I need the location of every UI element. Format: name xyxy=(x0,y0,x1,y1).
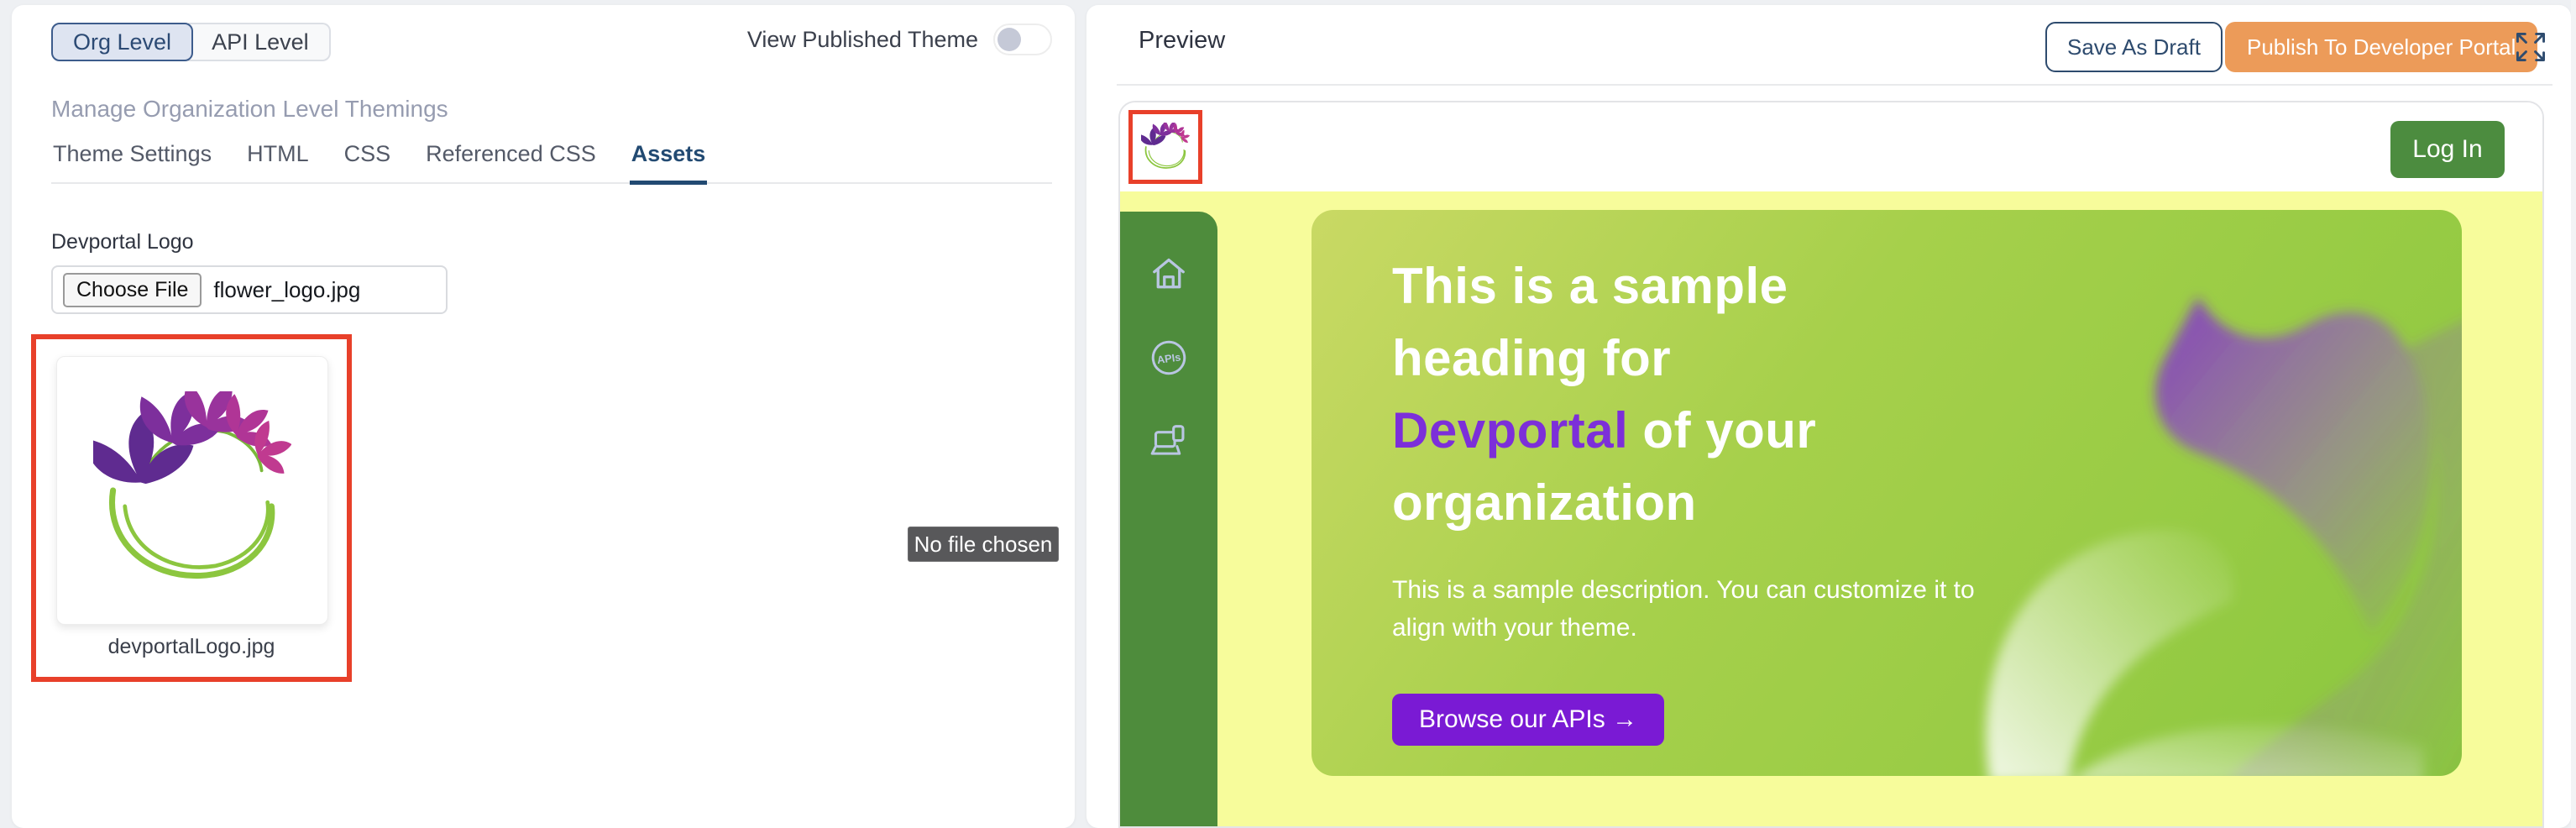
hero-heading-pre: This is a sample heading for xyxy=(1392,258,1788,386)
no-file-chosen-tooltip: No file chosen xyxy=(908,527,1059,562)
hero-banner: This is a sample heading for Devportal o… xyxy=(1312,210,2462,776)
abstract-swirl-graphic xyxy=(1938,262,2462,776)
tab-theme-settings[interactable]: Theme Settings xyxy=(51,141,213,182)
home-icon[interactable] xyxy=(1149,254,1189,294)
level-toggle-group: Org Level API Level xyxy=(51,23,331,61)
apis-icon[interactable]: APIs xyxy=(1149,338,1189,378)
devportal-logo-label: Devportal Logo xyxy=(51,230,194,254)
view-published-theme-row: View Published Theme xyxy=(747,24,1052,55)
org-level-button[interactable]: Org Level xyxy=(51,23,193,61)
preview-title: Preview xyxy=(1139,27,1225,55)
view-published-theme-label: View Published Theme xyxy=(747,27,978,53)
page-scrollbar[interactable] xyxy=(2571,0,2576,828)
chosen-file-name: flower_logo.jpg xyxy=(213,277,360,303)
theming-editor-panel: Org Level API Level View Published Theme… xyxy=(12,5,1075,828)
hero-description: This is a sample description. You can cu… xyxy=(1392,571,2000,647)
flower-logo-small xyxy=(1141,123,1190,171)
asset-caption: devportalLogo.jpg xyxy=(36,635,347,659)
devportal-preview-frame: Log In APIs xyxy=(1118,101,2544,828)
tab-css[interactable]: CSS xyxy=(343,141,393,182)
devportal-header: Log In xyxy=(1120,102,2542,191)
api-level-button[interactable]: API Level xyxy=(188,23,331,61)
apis-icon-text: APIs xyxy=(1156,350,1181,366)
preview-panel: Preview Save As Draft Publish To Develop… xyxy=(1086,5,2571,828)
tab-referenced-css[interactable]: Referenced CSS xyxy=(424,141,598,182)
hero-heading: This is a sample heading for Devportal o… xyxy=(1392,250,1862,539)
save-as-draft-button[interactable]: Save As Draft xyxy=(2045,22,2223,72)
panel-subtitle: Manage Organization Level Themings xyxy=(51,96,448,123)
hero-heading-highlight: Devportal xyxy=(1392,402,1628,459)
view-published-theme-toggle[interactable] xyxy=(993,24,1052,55)
asset-thumbnail[interactable] xyxy=(56,356,328,625)
devportal-body: APIs xyxy=(1120,191,2542,826)
applications-icon[interactable] xyxy=(1149,422,1189,462)
publish-to-developer-portal-button[interactable]: Publish To Developer Portal xyxy=(2225,22,2537,72)
logo-file-input[interactable]: Choose File flower_logo.jpg xyxy=(51,265,448,314)
devportal-sidebar: APIs xyxy=(1120,212,1217,826)
devportal-logo-highlight xyxy=(1128,110,1202,184)
login-button[interactable]: Log In xyxy=(2390,121,2505,178)
browse-apis-button[interactable]: Browse our APIs → xyxy=(1392,694,1664,746)
preview-divider xyxy=(1117,84,2552,86)
theming-tabs: Theme Settings HTML CSS Referenced CSS A… xyxy=(51,141,1052,184)
choose-file-button[interactable]: Choose File xyxy=(63,273,202,307)
toggle-knob xyxy=(997,28,1021,51)
app-root: Org Level API Level View Published Theme… xyxy=(0,0,2576,828)
tab-html[interactable]: HTML xyxy=(245,141,311,182)
fullscreen-expand-icon[interactable] xyxy=(2514,30,2547,64)
flower-logo-image xyxy=(93,391,291,590)
selected-asset-highlight: devportalLogo.jpg xyxy=(31,334,352,682)
tab-assets[interactable]: Assets xyxy=(630,141,708,185)
